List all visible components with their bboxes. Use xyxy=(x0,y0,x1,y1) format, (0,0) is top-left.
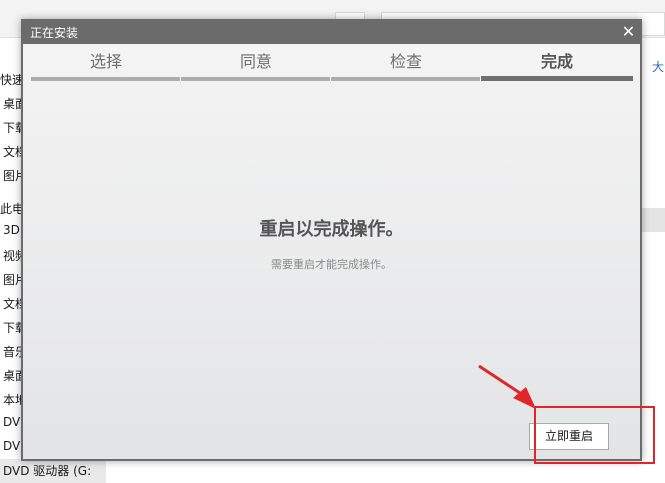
step-label: 完成 xyxy=(540,52,573,71)
step-select: 选择 xyxy=(31,52,181,81)
sidebar-item[interactable]: 3D xyxy=(3,223,20,237)
step-label: 同意 xyxy=(239,52,272,71)
step-finish: 完成 xyxy=(481,52,633,81)
step-label: 检查 xyxy=(389,52,422,71)
step-indicator: 选择 同意 检查 完成 xyxy=(31,52,633,82)
step-check: 检查 xyxy=(331,52,481,81)
dialog-titlebar: 正在安装 ✕ xyxy=(21,19,642,44)
step-bar xyxy=(31,77,181,81)
dialog-title: 正在安装 xyxy=(30,26,79,40)
step-bar xyxy=(181,77,331,81)
sidebar-item-label: DVD 驱动器 (G: xyxy=(3,464,92,478)
restart-submessage: 需要重启才能完成操作。 xyxy=(271,258,392,271)
step-agree: 同意 xyxy=(181,52,331,81)
install-dialog: 正在安装 ✕ 选择 同意 检查 完成 重启以完成操作。 需要重启才能完成操作。 … xyxy=(21,19,642,461)
step-label: 选择 xyxy=(89,52,122,71)
column-header[interactable]: 大 xyxy=(652,58,664,75)
restart-message: 重启以完成操作。 xyxy=(259,219,404,240)
sidebar-selected-item[interactable]: DVD 驱动器 (G: xyxy=(0,459,106,483)
step-bar xyxy=(331,77,481,81)
highlight-box xyxy=(534,406,655,464)
close-icon[interactable]: ✕ xyxy=(615,19,642,44)
step-bar-active xyxy=(481,76,633,81)
dialog-content: 选择 同意 检查 完成 重启以完成操作。 需要重启才能完成操作。 立即重启 xyxy=(23,44,640,459)
selected-row[interactable] xyxy=(641,208,665,232)
